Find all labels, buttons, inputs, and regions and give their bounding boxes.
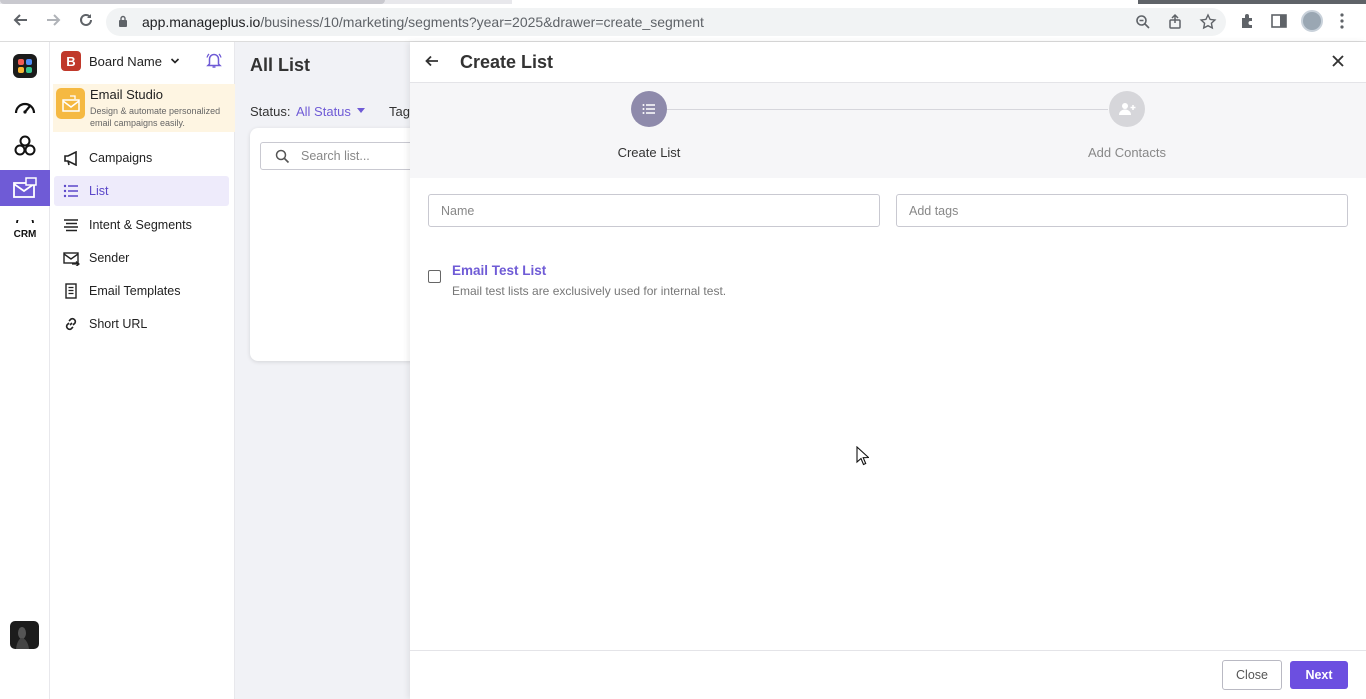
sidebar-item-label: Intent & Segments (89, 218, 192, 232)
studio-title: Email Studio (90, 87, 163, 102)
email-test-list-label[interactable]: Email Test List (452, 263, 546, 278)
email-test-list-description: Email test lists are exclusively used fo… (452, 284, 727, 298)
step-add-contacts-icon (1109, 91, 1145, 127)
sidebar-item-label: Email Templates (89, 284, 181, 298)
name-field[interactable] (428, 194, 880, 227)
template-icon (62, 282, 80, 300)
forward-icon[interactable] (43, 11, 63, 31)
browser-tab-active[interactable] (512, 0, 1142, 4)
caret-down-icon (357, 108, 365, 113)
chevron-down-icon (170, 58, 180, 64)
sidebar-item-email-templates[interactable]: Email Templates (54, 276, 229, 306)
browser-tab[interactable] (0, 0, 385, 4)
user-avatar[interactable] (10, 621, 39, 649)
email-studio-badge-icon (56, 88, 85, 119)
sidebar-item-intent-segments[interactable]: Intent & Segments (54, 210, 229, 240)
bell-icon[interactable] (205, 51, 223, 69)
sender-icon (62, 249, 80, 267)
drawer-footer-divider (410, 650, 1366, 651)
sidebar-item-sender[interactable]: Sender (54, 243, 229, 273)
studio-description: Design & automate personalized email cam… (90, 106, 221, 128)
status-filter-label: Status: (250, 104, 291, 119)
sidebar-item-campaigns[interactable]: Campaigns (54, 143, 229, 173)
sidebar-item-label: Campaigns (89, 151, 153, 165)
step-label-add-contacts: Add Contacts (1087, 145, 1167, 160)
profile-avatar[interactable] (1301, 10, 1323, 32)
segments-icon (62, 216, 80, 234)
logo-icon[interactable] (0, 48, 50, 84)
step-create-list-icon (631, 91, 667, 127)
tags-input[interactable] (909, 203, 1329, 219)
tags-field[interactable] (896, 194, 1348, 227)
board-name: Board Name (89, 53, 162, 69)
stepper: Create List Add Contacts (410, 83, 1366, 178)
side-panel-icon[interactable] (1270, 12, 1288, 30)
back-arrow-icon[interactable] (424, 53, 440, 69)
email-studio-card: Email Studio Design & automate personali… (53, 84, 235, 132)
email-studio-icon[interactable] (0, 170, 50, 206)
lock-icon (119, 15, 127, 27)
star-icon[interactable] (1199, 13, 1217, 31)
link-icon (62, 315, 80, 333)
close-icon[interactable] (1330, 53, 1346, 69)
share-icon[interactable] (1167, 13, 1185, 31)
sidebar-item-label: Sender (89, 251, 130, 265)
circles-icon[interactable] (0, 128, 50, 164)
email-test-list-checkbox[interactable] (428, 270, 441, 283)
tab-strip (0, 0, 1366, 4)
list-icon (62, 182, 80, 200)
next-button[interactable]: Next (1290, 661, 1348, 689)
drawer-header: Create List (410, 42, 1366, 83)
close-button[interactable]: Close (1222, 660, 1282, 690)
sidebar: B Board Name Email Studio Design & autom… (50, 42, 235, 699)
mouse-cursor-icon (856, 446, 869, 466)
speedometer-icon[interactable] (0, 90, 50, 126)
step-label-create-list: Create List (617, 145, 681, 160)
url-text: app.manageplus.io/business/10/marketing/… (142, 14, 704, 30)
board-logo: B (61, 51, 81, 71)
step-connector (666, 109, 1108, 110)
app-rail: CRM (0, 42, 50, 699)
page-title: All List (250, 55, 311, 75)
search-icon (275, 149, 290, 164)
sidebar-item-label: Short URL (89, 317, 148, 331)
reload-icon[interactable] (76, 11, 96, 31)
crm-icon[interactable]: CRM (0, 212, 50, 248)
sidebar-item-short-url[interactable]: Short URL (54, 309, 229, 339)
megaphone-icon (62, 149, 80, 167)
zoom-icon[interactable] (1134, 13, 1152, 31)
browser-toolbar: app.manageplus.io/business/10/marketing/… (0, 0, 1366, 42)
more-menu-icon[interactable] (1340, 12, 1344, 30)
sidebar-item-list[interactable]: List (54, 176, 229, 206)
back-icon[interactable] (11, 11, 31, 31)
status-filter-dropdown[interactable]: All Status (296, 104, 351, 119)
extensions-icon[interactable] (1238, 12, 1256, 30)
sidebar-item-label: List (89, 184, 109, 198)
name-input[interactable] (441, 203, 861, 219)
svg-text:CRM: CRM (14, 229, 37, 240)
drawer-title: Create List (460, 52, 554, 72)
create-list-drawer: Create List Create List Add Contacts Ema… (410, 42, 1366, 699)
browser-tab[interactable] (1138, 0, 1366, 4)
board-switcher[interactable]: B Board Name (61, 51, 180, 71)
address-bar[interactable]: app.manageplus.io/business/10/marketing/… (106, 8, 1226, 36)
